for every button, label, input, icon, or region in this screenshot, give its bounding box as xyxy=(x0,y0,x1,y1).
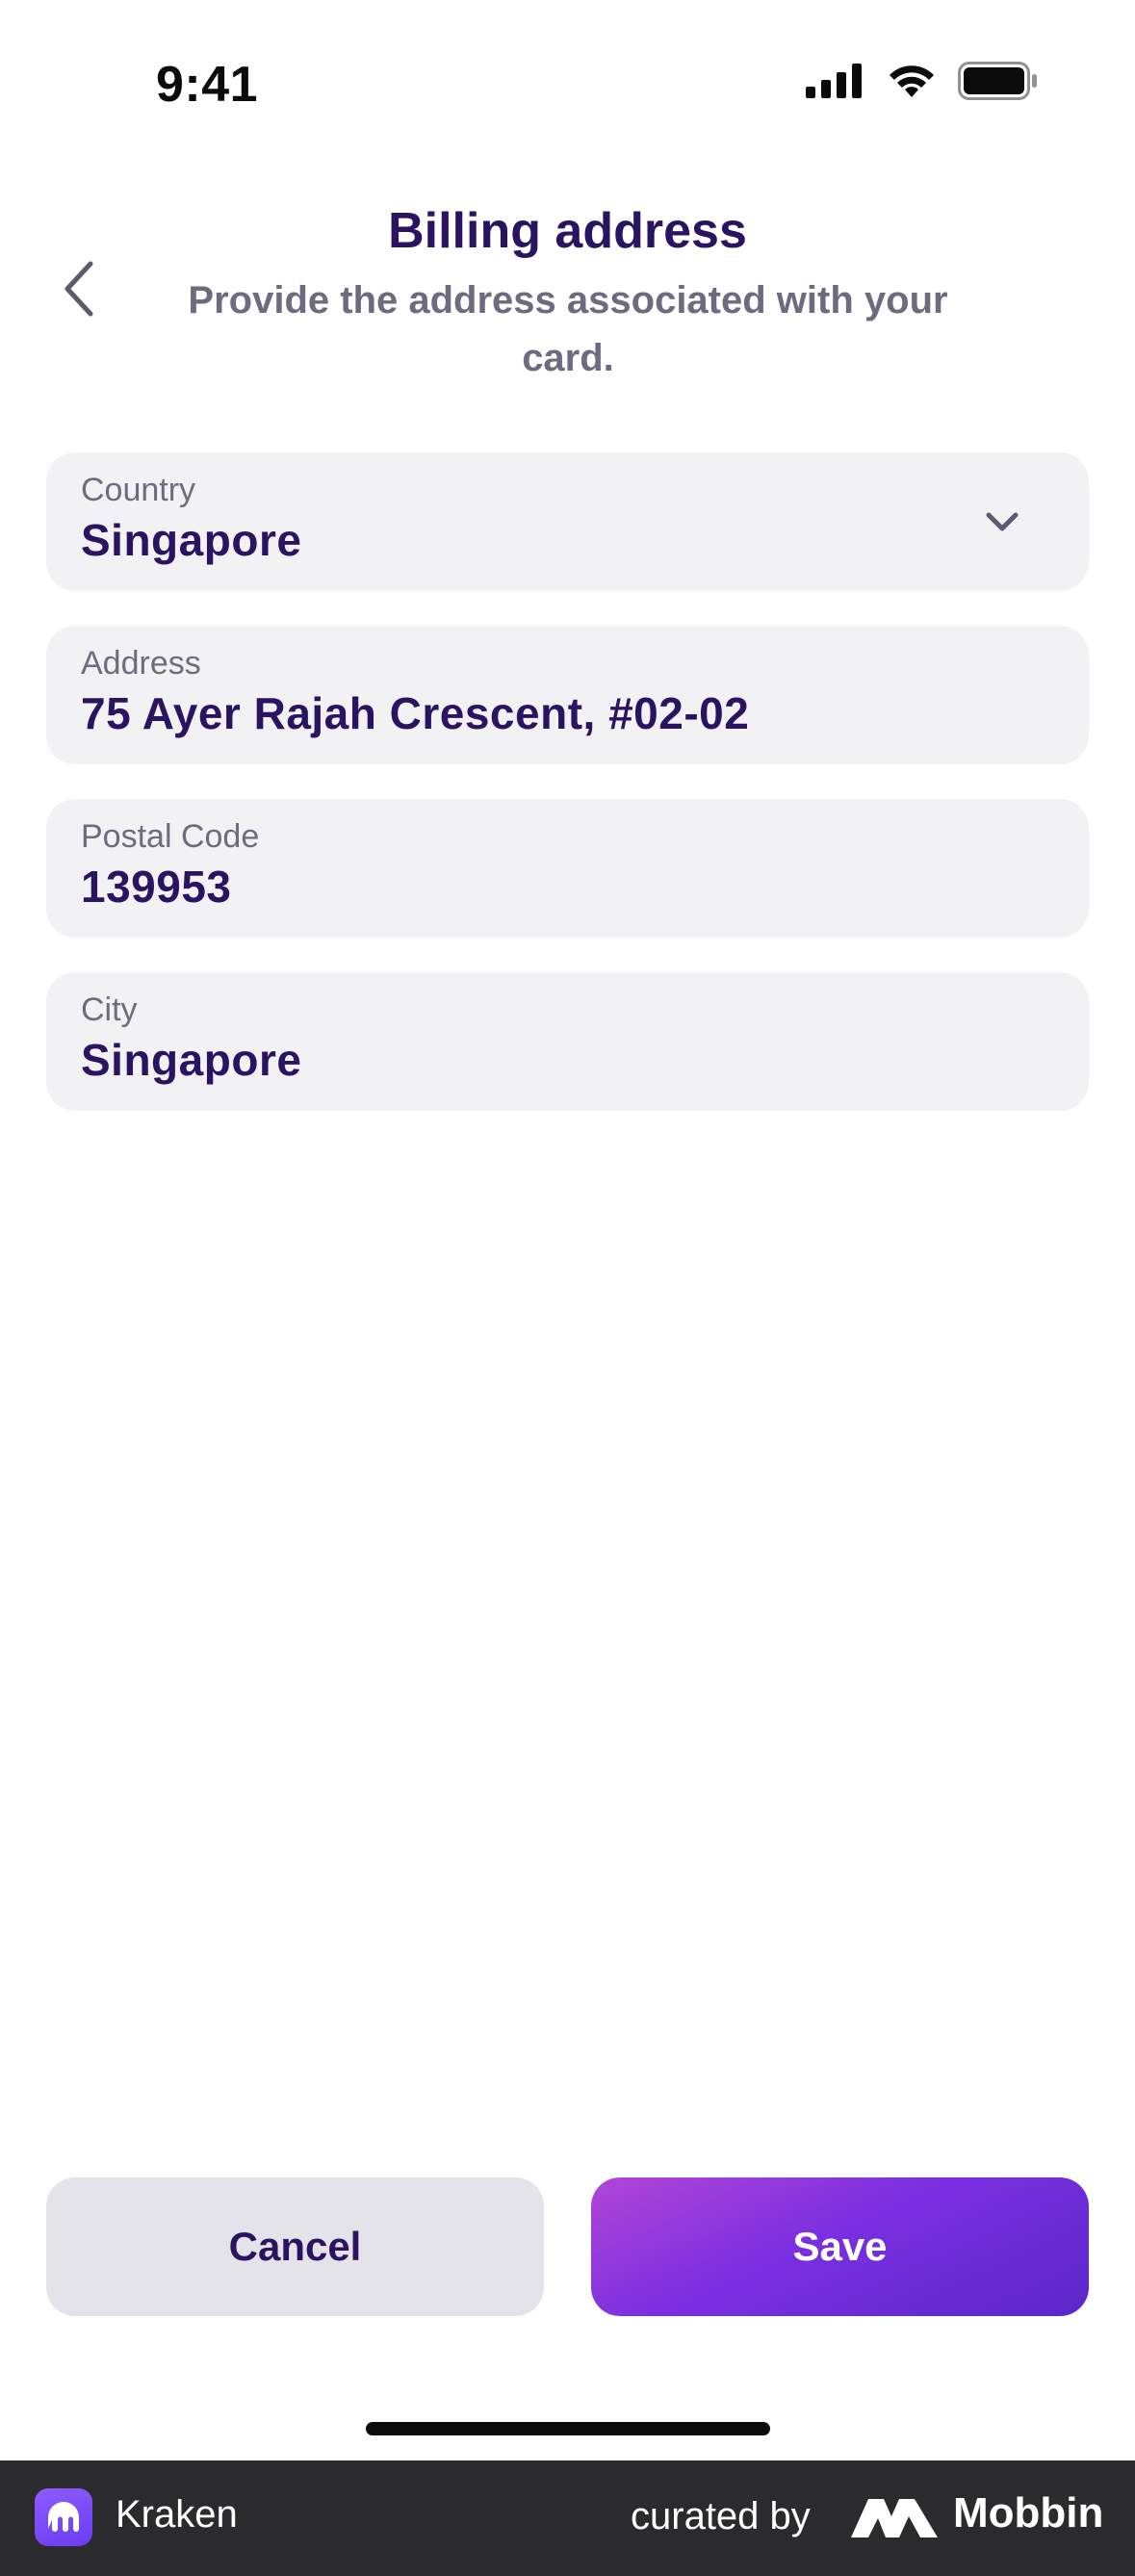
footer-curated-by: curated by xyxy=(631,2495,811,2537)
home-indicator xyxy=(366,2422,770,2435)
address-field[interactable]: Address 75 Ayer Rajah Crescent, #02-02 xyxy=(46,626,1089,764)
cancel-button[interactable]: Cancel xyxy=(46,2177,544,2316)
postal-code-value: 139953 xyxy=(81,862,232,912)
status-time: 9:41 xyxy=(156,57,259,113)
city-value: Singapore xyxy=(81,1035,302,1085)
kraken-app-icon xyxy=(35,2488,92,2546)
kraken-logo-icon xyxy=(48,2502,79,2532)
page-title: Billing address xyxy=(388,203,747,259)
mobbin-logo-icon xyxy=(851,2499,938,2537)
chevron-down-icon xyxy=(986,512,1019,531)
country-label: Country xyxy=(81,472,196,508)
back-button[interactable] xyxy=(52,252,106,325)
city-field[interactable]: City Singapore xyxy=(46,972,1089,1111)
footer-bar: Kraken curated by Mobbin xyxy=(0,2460,1135,2576)
country-value: Singapore xyxy=(81,515,302,565)
footer-app-name: Kraken xyxy=(116,2493,238,2536)
address-value: 75 Ayer Rajah Crescent, #02-02 xyxy=(81,688,750,738)
wifi-icon xyxy=(890,65,934,97)
save-button[interactable]: Save xyxy=(591,2177,1089,2316)
postal-code-label: Postal Code xyxy=(81,818,260,855)
city-label: City xyxy=(81,992,138,1028)
chevron-left-icon xyxy=(64,261,93,317)
status-icons xyxy=(806,62,1039,100)
battery-icon xyxy=(958,62,1037,100)
cellular-signal-icon xyxy=(806,64,862,98)
footer-brand: Mobbin xyxy=(953,2489,1104,2537)
postal-code-field[interactable]: Postal Code 139953 xyxy=(46,799,1089,938)
address-label: Address xyxy=(81,645,201,682)
page-subtitle: Provide the address associated with your… xyxy=(188,279,948,379)
billing-address-screen: 9:41 Billing address Provide the address… xyxy=(0,0,1135,2576)
country-select[interactable]: Country Singapore xyxy=(46,452,1089,591)
